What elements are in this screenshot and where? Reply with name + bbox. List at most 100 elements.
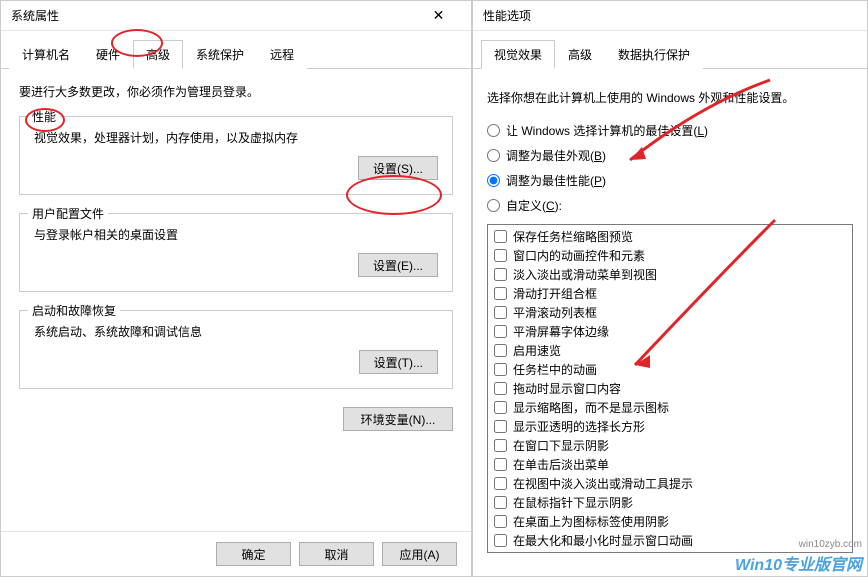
checkbox-label-8[interactable]: 拖动时显示窗口内容 bbox=[513, 380, 621, 397]
title-left: 系统属性 bbox=[11, 7, 416, 24]
checkbox-label-9[interactable]: 显示缩略图，而不是显示图标 bbox=[513, 399, 669, 416]
content-right: 选择你想在此计算机上使用的 Windows 外观和性能设置。 让 Windows… bbox=[473, 69, 867, 565]
tabs-right: 视觉效果 高级 数据执行保护 bbox=[473, 39, 867, 69]
checkbox-label-11[interactable]: 在窗口下显示阴影 bbox=[513, 437, 609, 454]
checkbox-item-2[interactable]: 淡入淡出或滑动菜单到视图 bbox=[490, 265, 850, 284]
checkbox-input-7[interactable] bbox=[494, 363, 507, 376]
checkbox-label-15[interactable]: 在桌面上为图标标签使用阴影 bbox=[513, 513, 669, 530]
checkbox-input-13[interactable] bbox=[494, 477, 507, 490]
checkbox-item-15[interactable]: 在桌面上为图标标签使用阴影 bbox=[490, 512, 850, 531]
checkbox-input-10[interactable] bbox=[494, 420, 507, 433]
checkbox-input-6[interactable] bbox=[494, 344, 507, 357]
group-startup: 启动和故障恢复 系统启动、系统故障和调试信息 设置(T)... bbox=[19, 310, 453, 389]
radio-option-1[interactable]: 调整为最佳外观(B) bbox=[487, 147, 853, 164]
tab-advanced[interactable]: 高级 bbox=[133, 40, 183, 69]
tab-system-protection[interactable]: 系统保护 bbox=[183, 40, 257, 69]
checkbox-item-6[interactable]: 启用速览 bbox=[490, 341, 850, 360]
checkbox-item-5[interactable]: 平滑屏幕字体边缘 bbox=[490, 322, 850, 341]
performance-options-dialog: 性能选项 视觉效果 高级 数据执行保护 选择你想在此计算机上使用的 Window… bbox=[472, 0, 868, 577]
checkbox-label-0[interactable]: 保存任务栏缩略图预览 bbox=[513, 228, 633, 245]
checkbox-label-16[interactable]: 在最大化和最小化时显示窗口动画 bbox=[513, 532, 693, 549]
tab-advanced-right[interactable]: 高级 bbox=[555, 40, 605, 69]
checkbox-item-7[interactable]: 任务栏中的动画 bbox=[490, 360, 850, 379]
group-performance-title: 性能 bbox=[28, 108, 60, 125]
radio-label-2[interactable]: 调整为最佳性能(P) bbox=[506, 172, 606, 189]
visual-effects-desc: 选择你想在此计算机上使用的 Windows 外观和性能设置。 bbox=[487, 89, 853, 106]
checkbox-input-11[interactable] bbox=[494, 439, 507, 452]
title-right: 性能选项 bbox=[483, 7, 857, 24]
checkbox-label-5[interactable]: 平滑屏幕字体边缘 bbox=[513, 323, 609, 340]
checkbox-input-12[interactable] bbox=[494, 458, 507, 471]
apply-button[interactable]: 应用(A) bbox=[382, 542, 457, 566]
tab-hardware[interactable]: 硬件 bbox=[83, 40, 133, 69]
checkbox-label-12[interactable]: 在单击后淡出菜单 bbox=[513, 456, 609, 473]
checkbox-input-2[interactable] bbox=[494, 268, 507, 281]
cancel-button[interactable]: 取消 bbox=[299, 542, 374, 566]
checkbox-label-10[interactable]: 显示亚透明的选择长方形 bbox=[513, 418, 645, 435]
group-user-profiles-title: 用户配置文件 bbox=[28, 205, 108, 222]
checkbox-input-8[interactable] bbox=[494, 382, 507, 395]
performance-settings-button[interactable]: 设置(S)... bbox=[358, 156, 438, 180]
checkbox-item-0[interactable]: 保存任务栏缩略图预览 bbox=[490, 227, 850, 246]
group-performance-desc: 视觉效果，处理器计划，内存使用，以及虚拟内存 bbox=[34, 129, 438, 146]
titlebar-right: 性能选项 bbox=[473, 1, 867, 31]
radio-option-2[interactable]: 调整为最佳性能(P) bbox=[487, 172, 853, 189]
checkbox-label-7[interactable]: 任务栏中的动画 bbox=[513, 361, 597, 378]
group-user-profiles: 用户配置文件 与登录帐户相关的桌面设置 设置(E)... bbox=[19, 213, 453, 292]
checkbox-item-1[interactable]: 窗口内的动画控件和元素 bbox=[490, 246, 850, 265]
radio-input-2[interactable] bbox=[487, 174, 500, 187]
user-profiles-settings-button[interactable]: 设置(E)... bbox=[358, 253, 438, 277]
startup-settings-button[interactable]: 设置(T)... bbox=[359, 350, 438, 374]
radio-input-1[interactable] bbox=[487, 149, 500, 162]
radio-label-3[interactable]: 自定义(C): bbox=[506, 197, 562, 214]
tab-remote[interactable]: 远程 bbox=[257, 40, 307, 69]
checkbox-list[interactable]: 保存任务栏缩略图预览窗口内的动画控件和元素淡入淡出或滑动菜单到视图滑动打开组合框… bbox=[487, 224, 853, 553]
checkbox-input-5[interactable] bbox=[494, 325, 507, 338]
checkbox-label-1[interactable]: 窗口内的动画控件和元素 bbox=[513, 247, 645, 264]
checkbox-item-9[interactable]: 显示缩略图，而不是显示图标 bbox=[490, 398, 850, 417]
checkbox-item-14[interactable]: 在鼠标指针下显示阴影 bbox=[490, 493, 850, 512]
radio-option-0[interactable]: 让 Windows 选择计算机的最佳设置(L) bbox=[487, 122, 853, 139]
checkbox-item-13[interactable]: 在视图中淡入淡出或滑动工具提示 bbox=[490, 474, 850, 493]
environment-variables-button[interactable]: 环境变量(N)... bbox=[343, 407, 453, 431]
admin-notice: 要进行大多数更改，你必须作为管理员登录。 bbox=[19, 83, 453, 100]
close-button-left[interactable]: ✕ bbox=[416, 2, 461, 30]
checkbox-input-1[interactable] bbox=[494, 249, 507, 262]
checkbox-item-3[interactable]: 滑动打开组合框 bbox=[490, 284, 850, 303]
titlebar-left: 系统属性 ✕ bbox=[1, 1, 471, 31]
radio-label-1[interactable]: 调整为最佳外观(B) bbox=[506, 147, 606, 164]
checkbox-label-3[interactable]: 滑动打开组合框 bbox=[513, 285, 597, 302]
checkbox-label-14[interactable]: 在鼠标指针下显示阴影 bbox=[513, 494, 633, 511]
checkbox-label-6[interactable]: 启用速览 bbox=[513, 342, 561, 359]
content-left: 要进行大多数更改，你必须作为管理员登录。 性能 视觉效果，处理器计划，内存使用，… bbox=[1, 69, 471, 531]
checkbox-input-16[interactable] bbox=[494, 534, 507, 547]
system-properties-dialog: 系统属性 ✕ 计算机名 硬件 高级 系统保护 远程 要进行大多数更改，你必须作为… bbox=[0, 0, 472, 577]
checkbox-item-4[interactable]: 平滑滚动列表框 bbox=[490, 303, 850, 322]
tab-visual-effects[interactable]: 视觉效果 bbox=[481, 40, 555, 69]
radio-input-0[interactable] bbox=[487, 124, 500, 137]
checkbox-item-11[interactable]: 在窗口下显示阴影 bbox=[490, 436, 850, 455]
checkbox-input-0[interactable] bbox=[494, 230, 507, 243]
tab-dep[interactable]: 数据执行保护 bbox=[605, 40, 703, 69]
checkbox-item-16[interactable]: 在最大化和最小化时显示窗口动画 bbox=[490, 531, 850, 550]
checkbox-input-9[interactable] bbox=[494, 401, 507, 414]
checkbox-label-4[interactable]: 平滑滚动列表框 bbox=[513, 304, 597, 321]
group-startup-desc: 系统启动、系统故障和调试信息 bbox=[34, 323, 438, 340]
group-performance: 性能 视觉效果，处理器计划，内存使用，以及虚拟内存 设置(S)... bbox=[19, 116, 453, 195]
checkbox-input-15[interactable] bbox=[494, 515, 507, 528]
radio-option-3[interactable]: 自定义(C): bbox=[487, 197, 853, 214]
checkbox-input-14[interactable] bbox=[494, 496, 507, 509]
checkbox-item-12[interactable]: 在单击后淡出菜单 bbox=[490, 455, 850, 474]
radio-input-3[interactable] bbox=[487, 199, 500, 212]
checkbox-item-10[interactable]: 显示亚透明的选择长方形 bbox=[490, 417, 850, 436]
checkbox-label-13[interactable]: 在视图中淡入淡出或滑动工具提示 bbox=[513, 475, 693, 492]
checkbox-input-3[interactable] bbox=[494, 287, 507, 300]
tab-computer-name[interactable]: 计算机名 bbox=[9, 40, 83, 69]
ok-button[interactable]: 确定 bbox=[216, 542, 291, 566]
checkbox-input-4[interactable] bbox=[494, 306, 507, 319]
radio-label-0[interactable]: 让 Windows 选择计算机的最佳设置(L) bbox=[506, 122, 708, 139]
checkbox-item-8[interactable]: 拖动时显示窗口内容 bbox=[490, 379, 850, 398]
checkbox-label-2[interactable]: 淡入淡出或滑动菜单到视图 bbox=[513, 266, 657, 283]
bottom-buttons-left: 确定 取消 应用(A) bbox=[1, 531, 471, 576]
tabs-left: 计算机名 硬件 高级 系统保护 远程 bbox=[1, 39, 471, 69]
